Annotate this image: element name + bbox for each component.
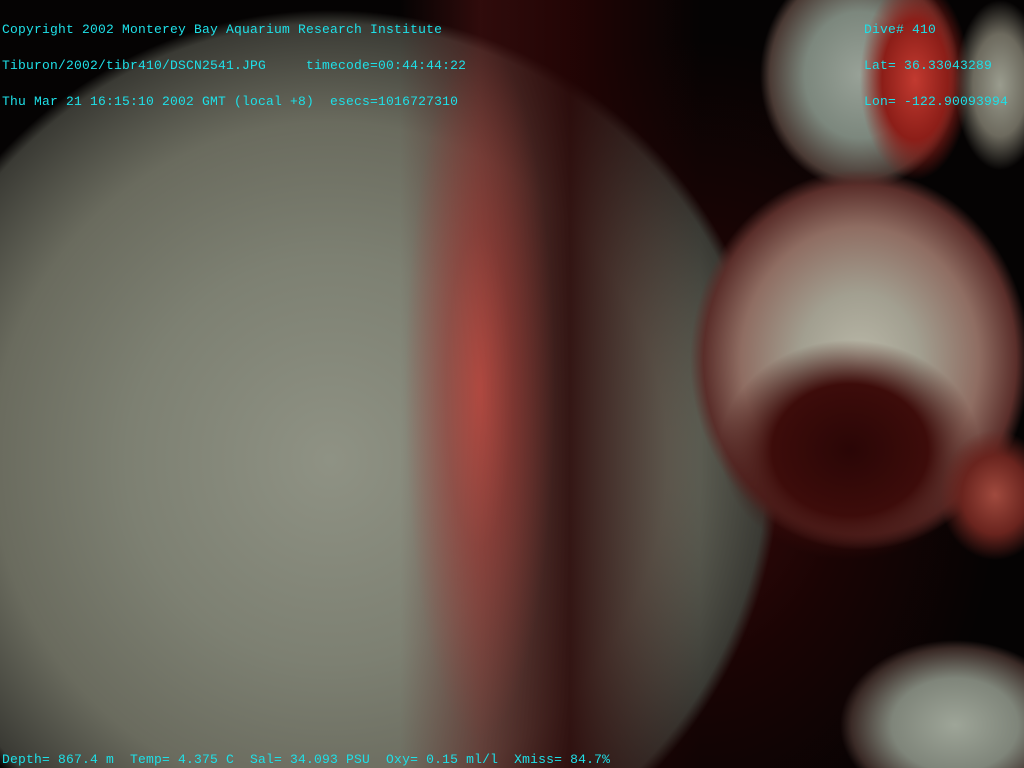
dive-number-text: Dive# 410 [864,22,937,37]
date-esecs-text: Thu Mar 21 16:15:10 2002 GMT (local +8) … [2,94,459,109]
metadata-overlay-top-left: Copyright 2002 Monterey Bay Aquarium Res… [2,0,466,132]
sensor-readout-text: Depth= 867.4 m Temp= 4.375 C Sal= 34.093… [2,752,611,767]
copyright-text: Copyright 2002 Monterey Bay Aquarium Res… [2,22,443,37]
metadata-overlay-top-right: Dive# 410 Lat= 36.33043289 Lon= -122.900… [864,0,1008,132]
file-timecode-text: Tiburon/2002/tibr410/DSCN2541.JPG timeco… [2,58,467,73]
underwater-photo: Copyright 2002 Monterey Bay Aquarium Res… [0,0,1024,768]
longitude-text: Lon= -122.90093994 [864,94,1009,109]
latitude-text: Lat= 36.33043289 [864,58,993,73]
